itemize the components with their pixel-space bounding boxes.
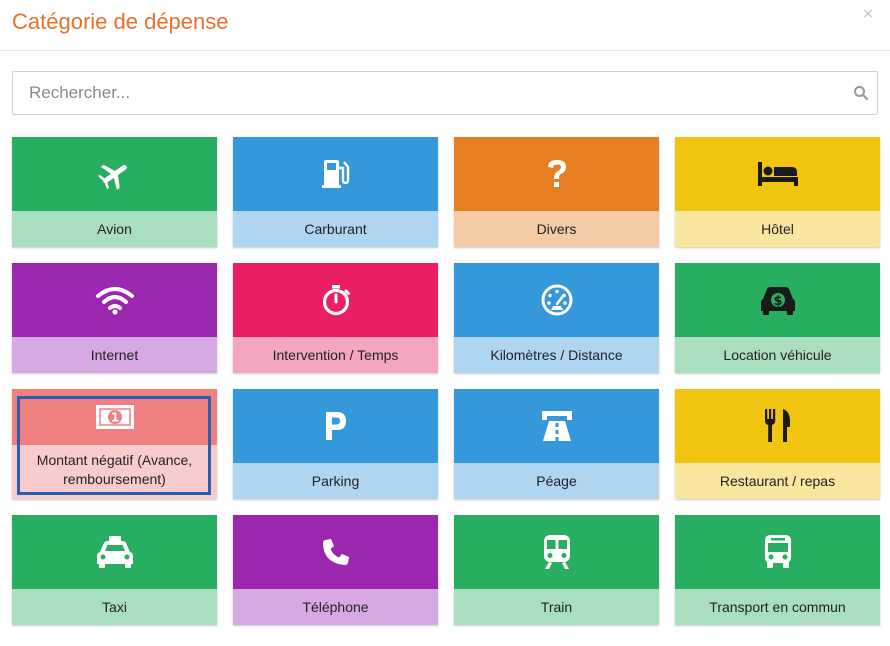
category-icon-area [454,137,659,211]
taxi-icon [95,535,135,569]
speedometer-icon [540,283,574,317]
bed-icon [757,160,799,188]
category-tile[interactable]: $ Location véhicule [675,263,880,373]
search-input[interactable] [13,72,831,114]
svg-text:$: $ [773,294,782,309]
category-label: Téléphone [233,589,438,625]
category-icon-area [233,389,438,463]
category-tile[interactable]: Restaurant / repas [675,389,880,499]
question-icon [544,157,570,191]
category-tile[interactable]: Parking [233,389,438,499]
category-icon-area [454,515,659,589]
category-icon-area [233,263,438,337]
category-label: Montant négatif (Avance, remboursement) [12,445,217,499]
category-icon-area [675,515,880,589]
category-tile[interactable]: Transport en commun [675,515,880,625]
category-tile[interactable]: Taxi [12,515,217,625]
category-icon-area [454,389,659,463]
wifi-icon [95,285,135,315]
parking-icon [323,410,349,442]
category-icon-area [12,263,217,337]
car-dollar-icon: $ [759,284,797,316]
category-icon-area: $ [675,263,880,337]
dialog-title: Catégorie de dépense [12,9,229,34]
category-label: Location véhicule [675,337,880,373]
close-button[interactable]: × [862,6,874,22]
svg-text:1: 1 [110,411,118,425]
category-label: Hôtel [675,211,880,247]
category-tile[interactable]: Carburant [233,137,438,247]
category-icon-area [675,389,880,463]
category-label: Divers [454,211,659,247]
category-tile[interactable]: Internet [12,263,217,373]
gas-pump-icon [321,158,351,190]
category-tile[interactable]: Train [454,515,659,625]
bus-icon [762,534,794,570]
category-icon-area [454,263,659,337]
utensils-icon [762,408,794,444]
category-label: Péage [454,463,659,499]
banknote-icon: 1 [95,404,135,430]
category-icon-area [233,515,438,589]
category-icon-area [675,137,880,211]
category-icon-area [233,137,438,211]
category-label: Parking [233,463,438,499]
category-tile[interactable]: Avion [12,137,217,247]
category-label: Carburant [233,211,438,247]
category-tile[interactable]: Téléphone [233,515,438,625]
train-icon [541,534,573,570]
category-tile[interactable]: 1 Montant négatif (Avance, remboursement) [12,389,217,499]
category-label: Taxi [12,589,217,625]
category-label: Kilomètres / Distance [454,337,659,373]
plane-icon [97,157,132,191]
category-tile[interactable]: Hôtel [675,137,880,247]
category-tile[interactable]: Péage [454,389,659,499]
stopwatch-icon [321,284,351,316]
phone-icon [321,537,351,567]
category-label: Train [454,589,659,625]
category-icon-area: 1 [12,389,217,445]
category-icon-area [12,137,217,211]
category-icon-area [12,515,217,589]
category-label: Intervention / Temps [233,337,438,373]
search-box [12,71,878,115]
category-label: Internet [12,337,217,373]
toll-road-icon [540,409,574,443]
category-tile[interactable]: Kilomètres / Distance [454,263,659,373]
search-icon[interactable] [853,85,869,101]
category-tile[interactable]: Intervention / Temps [233,263,438,373]
category-label: Transport en commun [675,589,880,625]
category-label: Restaurant / repas [675,463,880,499]
dialog-header: Catégorie de dépense × [0,0,890,51]
category-label: Avion [12,211,217,247]
category-tile[interactable]: Divers [454,137,659,247]
